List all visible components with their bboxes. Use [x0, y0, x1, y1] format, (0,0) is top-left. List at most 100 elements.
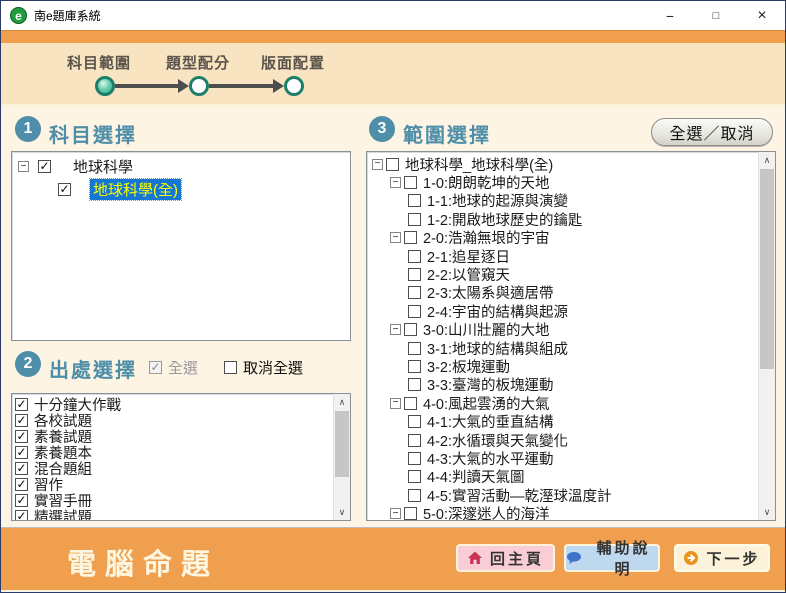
- item-checkbox[interactable]: [15, 462, 28, 475]
- tree-checkbox[interactable]: [408, 213, 421, 226]
- item-checkbox[interactable]: [15, 430, 28, 443]
- scope-tree-row[interactable]: − 2-4:宇宙的結構與起源: [367, 302, 758, 320]
- tree-checkbox[interactable]: [408, 489, 421, 502]
- wizard-steps: 科目範圍 題型配分 版面配置: [1, 43, 785, 107]
- tree-checkbox[interactable]: [404, 231, 417, 244]
- minimize-button[interactable]: −: [647, 1, 693, 30]
- tree-checkbox[interactable]: [408, 194, 421, 207]
- tree-checkbox[interactable]: [408, 360, 421, 373]
- next-step-button[interactable]: 下一步: [674, 544, 770, 572]
- select-all-label: 全選: [168, 357, 198, 378]
- scrollbar-thumb[interactable]: [335, 411, 349, 477]
- scope-tree-row[interactable]: − 4-0:風起雲湧的大氣: [367, 394, 758, 412]
- tree-item-label[interactable]: 5-0:深邃迷人的海洋: [420, 503, 553, 520]
- app-logo-icon: e: [10, 7, 27, 24]
- window-title: 南e題庫系統: [34, 7, 101, 24]
- tree-checkbox[interactable]: [404, 397, 417, 410]
- help-label: 輔助說明: [589, 537, 658, 579]
- scope-tree-row[interactable]: − 4-1:大氣的垂直結構: [367, 412, 758, 430]
- step-connector: [115, 84, 178, 88]
- tree-checkbox[interactable]: [408, 415, 421, 428]
- scope-tree-row[interactable]: − 1-1:地球的起源與演變: [367, 192, 758, 210]
- tree-checkbox[interactable]: [408, 286, 421, 299]
- tree-checkbox[interactable]: [58, 183, 71, 196]
- scope-tree-row[interactable]: − 2-2:以管窺天: [367, 265, 758, 283]
- footer-bar: 電腦命題 回主頁 輔助說明 下一步: [1, 527, 785, 590]
- panel3-title: 範圍選擇: [403, 119, 491, 148]
- item-checkbox[interactable]: [15, 478, 28, 491]
- help-button[interactable]: 輔助說明: [564, 544, 660, 572]
- collapse-minus-icon[interactable]: −: [390, 324, 401, 335]
- deselect-all-checkbox[interactable]: 取消全選: [224, 357, 303, 378]
- next-arrow-icon: [683, 550, 699, 566]
- scope-tree-row[interactable]: − 2-1:追星逐日: [367, 247, 758, 265]
- tree-checkbox[interactable]: [408, 378, 421, 391]
- scrollbar-thumb[interactable]: [760, 169, 774, 369]
- scope-tree-row[interactable]: − 2-3:太陽系與適居帶: [367, 284, 758, 302]
- scope-tree-row[interactable]: − 3-0:山川壯麗的大地: [367, 321, 758, 339]
- item-checkbox[interactable]: [15, 510, 28, 520]
- tree-checkbox[interactable]: [386, 158, 399, 171]
- item-checkbox[interactable]: [15, 414, 28, 427]
- scope-tree-row[interactable]: − 3-1:地球的結構與組成: [367, 339, 758, 357]
- chat-icon: [566, 550, 582, 566]
- subject-tree-row[interactable]: − 地球科學(全): [12, 178, 350, 201]
- tree-checkbox[interactable]: [408, 268, 421, 281]
- back-to-home-button[interactable]: 回主頁: [456, 544, 555, 572]
- step-arrow-icon: [273, 79, 284, 93]
- tree-checkbox[interactable]: [408, 342, 421, 355]
- scope-tree-row[interactable]: − 2-0:浩瀚無垠的宇宙: [367, 229, 758, 247]
- back-to-home-label: 回主頁: [490, 548, 544, 569]
- checkbox-checked-icon[interactable]: [149, 361, 162, 374]
- tree-item-label[interactable]: 地球科學: [70, 156, 136, 177]
- tree-checkbox[interactable]: [38, 160, 51, 173]
- tree-checkbox[interactable]: [408, 305, 421, 318]
- scroll-down-icon[interactable]: ∨: [334, 504, 350, 520]
- tree-item-label[interactable]: 地球科學(全): [90, 179, 181, 200]
- collapse-minus-icon[interactable]: −: [390, 177, 401, 188]
- subject-tree-row[interactable]: − 地球科學: [12, 155, 350, 178]
- tree-checkbox[interactable]: [404, 323, 417, 336]
- item-label[interactable]: 精選試題: [31, 506, 95, 520]
- scope-tree-row[interactable]: − 地球科學_地球科學(全): [367, 155, 758, 173]
- tree-checkbox[interactable]: [404, 176, 417, 189]
- tree-checkbox[interactable]: [408, 470, 421, 483]
- maximize-button[interactable]: □: [693, 1, 739, 30]
- scope-tree-row[interactable]: − 1-0:朗朗乾坤的天地: [367, 173, 758, 191]
- scope-tree-row[interactable]: − 4-4:判讀天氣圖: [367, 468, 758, 486]
- scope-tree-row[interactable]: − 3-2:板塊運動: [367, 357, 758, 375]
- collapse-minus-icon[interactable]: −: [390, 398, 401, 409]
- scroll-up-icon[interactable]: ∧: [334, 394, 350, 410]
- item-checkbox[interactable]: [15, 398, 28, 411]
- scope-tree-row[interactable]: − 3-3:臺灣的板塊運動: [367, 376, 758, 394]
- collapse-minus-icon[interactable]: −: [390, 232, 401, 243]
- scroll-down-icon[interactable]: ∨: [759, 504, 775, 520]
- select-all-toggle-button[interactable]: 全選／取消: [651, 118, 773, 146]
- close-button[interactable]: ×: [739, 1, 785, 30]
- checkbox-empty-icon[interactable]: [224, 361, 237, 374]
- item-checkbox[interactable]: [15, 446, 28, 459]
- main-content: 1 科目選擇 − 地球科學 − 地球科學(全): [1, 107, 785, 527]
- collapse-minus-icon[interactable]: −: [390, 508, 401, 519]
- scope-tree-row[interactable]: − 4-3:大氣的水平運動: [367, 449, 758, 467]
- select-all-checkbox[interactable]: 全選: [149, 357, 198, 378]
- tree-checkbox[interactable]: [404, 507, 417, 520]
- window-controls: − □ ×: [647, 1, 785, 30]
- scope-tree-row[interactable]: − 1-2:開啟地球歷史的鑰匙: [367, 210, 758, 228]
- scope-tree-scrollbar[interactable]: ∧ ∨: [758, 152, 775, 520]
- tree-checkbox[interactable]: [408, 434, 421, 447]
- tree-checkbox[interactable]: [408, 452, 421, 465]
- item-checkbox[interactable]: [15, 494, 28, 507]
- scroll-up-icon[interactable]: ∧: [759, 152, 775, 168]
- tree-checkbox[interactable]: [408, 250, 421, 263]
- source-list-item[interactable]: 精選試題: [12, 508, 333, 520]
- scope-tree-row[interactable]: − 4-2:水循環與天氣變化: [367, 431, 758, 449]
- step-label-question-type: 題型配分: [166, 52, 230, 73]
- collapse-minus-icon[interactable]: −: [18, 161, 29, 172]
- collapse-minus-icon[interactable]: −: [372, 159, 383, 170]
- scope-tree-row[interactable]: − 4-5:實習活動—乾溼球溫度計: [367, 486, 758, 504]
- source-list-scrollbar[interactable]: ∧ ∨: [333, 394, 350, 520]
- panel2-title: 出處選擇: [49, 354, 137, 383]
- scope-tree-row[interactable]: − 5-0:深邃迷人的海洋: [367, 504, 758, 520]
- deselect-all-label: 取消全選: [243, 357, 303, 378]
